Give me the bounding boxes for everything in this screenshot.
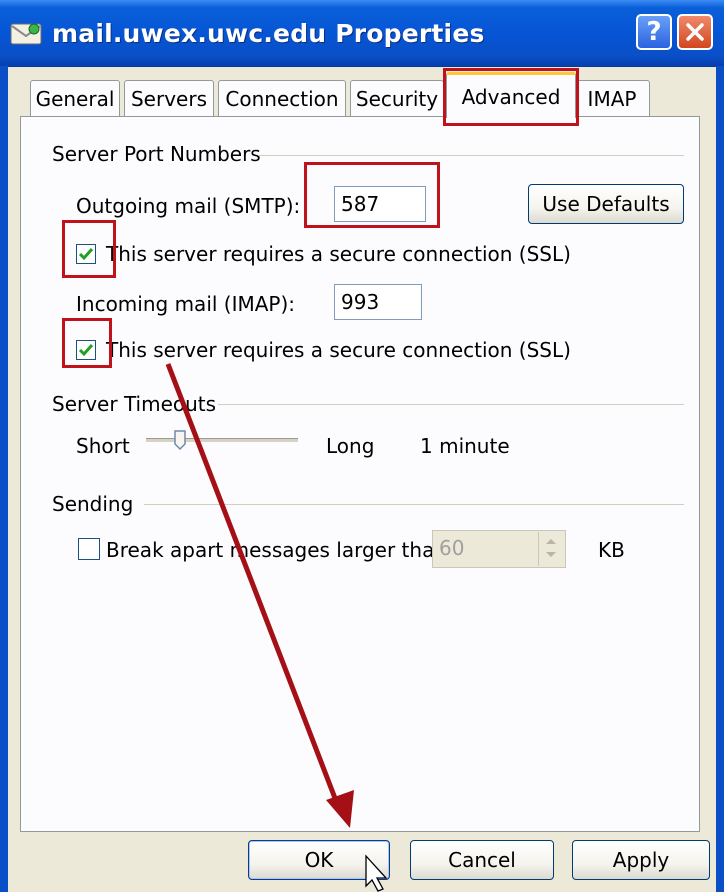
mouse-cursor-icon xyxy=(365,854,388,892)
red-arrow-head xyxy=(326,790,354,828)
annotation-overlay xyxy=(165,363,388,892)
red-arrow xyxy=(165,363,341,807)
